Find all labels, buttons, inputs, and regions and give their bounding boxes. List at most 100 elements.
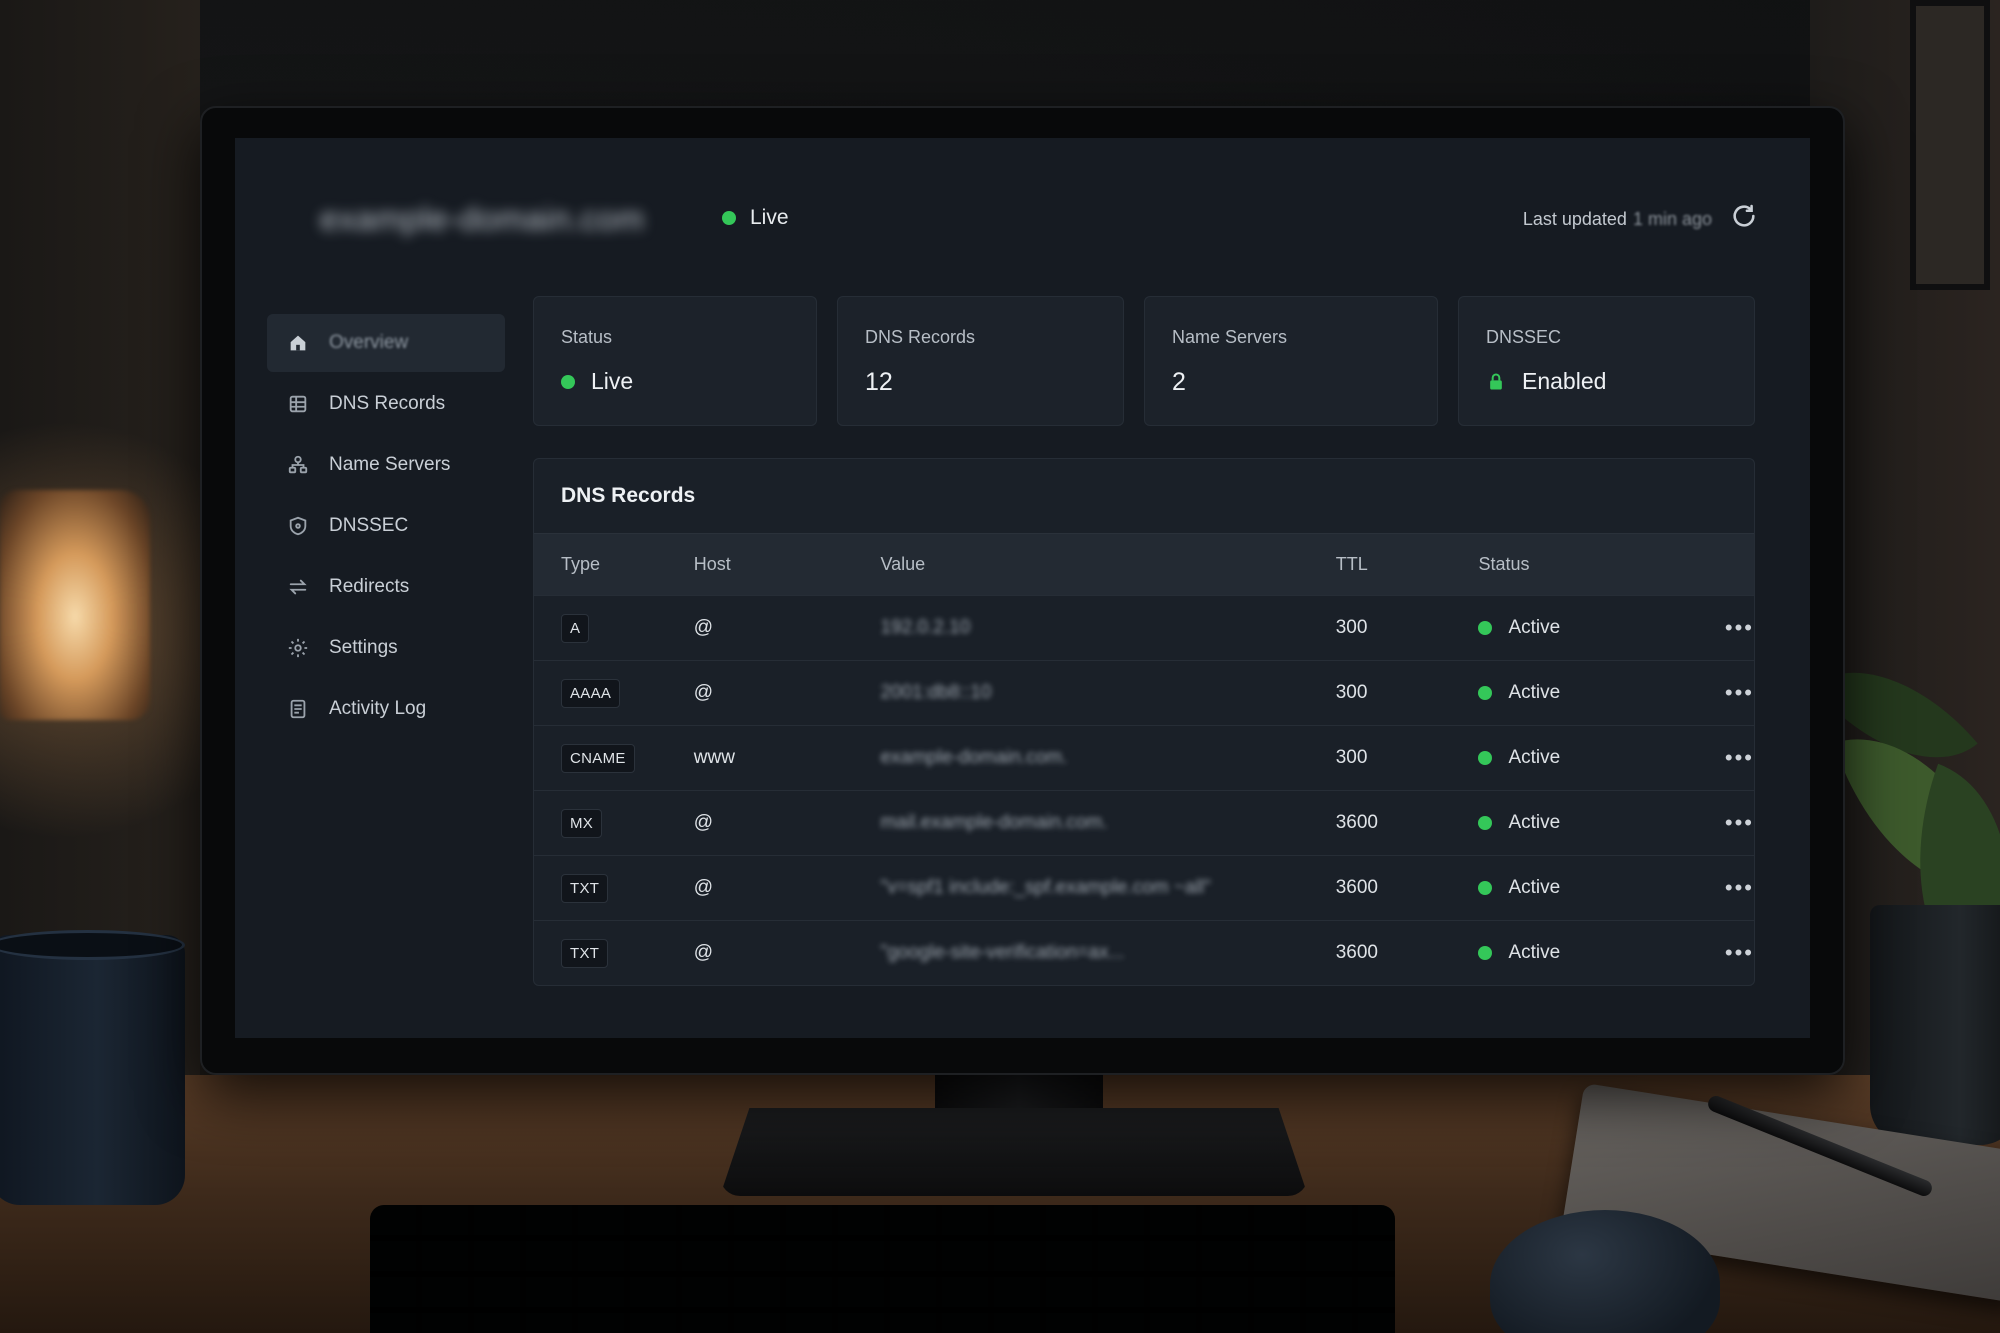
record-status: Active: [1478, 812, 1674, 834]
sidebar-item-label: Settings: [329, 637, 398, 658]
record-type-chip: AAAA: [561, 678, 621, 708]
status-dot-icon: [1478, 881, 1493, 895]
keyboard: [370, 1205, 1395, 1333]
sidebar-item-label: DNS Records: [329, 393, 446, 414]
sidebar-item-label: Activity Log: [329, 698, 427, 719]
record-ttl: 3600: [1335, 942, 1378, 963]
record-value: 2001:db8::10: [880, 682, 992, 703]
background-lamp: [0, 490, 150, 720]
more-actions-icon[interactable]: •••: [1725, 682, 1754, 704]
record-value: mail.example-domain.com.: [880, 812, 1108, 833]
column-header-type: Type: [561, 554, 601, 574]
home-icon: [290, 335, 306, 351]
record-type-chip: MX: [561, 808, 603, 838]
record-status-label: Active: [1508, 617, 1561, 638]
stat-label: DNS Records: [865, 327, 976, 347]
sidebar-item-label: DNSSEC: [329, 515, 409, 536]
record-value: "google-site-verification=ax...: [880, 942, 1125, 963]
stat-card-name-servers: Name Servers 2: [1144, 296, 1438, 426]
table-row[interactable]: MX @ mail.example-domain.com. 3600 Activ…: [534, 790, 1754, 855]
gear-icon: [288, 638, 308, 658]
status-dot-icon: [1478, 621, 1493, 635]
table-row[interactable]: CNAME www example-domain.com. 300 Active…: [534, 725, 1754, 790]
record-value: "v=spf1 include:_spf.example.com ~all": [880, 877, 1211, 898]
refresh-button[interactable]: [1730, 202, 1758, 230]
redirect-arrows-icon: [289, 579, 307, 595]
record-status-label: Active: [1508, 812, 1561, 833]
record-value: 192.0.2.10: [880, 617, 971, 638]
status-dot-icon: [1478, 686, 1493, 700]
more-actions-icon[interactable]: •••: [1725, 747, 1754, 769]
sidebar-item-label: Overview: [329, 332, 409, 353]
background-picture-frame: [1910, 0, 1990, 290]
sidebar-item-redirects[interactable]: Redirects: [267, 558, 505, 616]
stat-value-text: Live: [591, 368, 634, 394]
stat-card-dnssec: DNSSEC Enabled: [1458, 296, 1755, 426]
more-actions-icon[interactable]: •••: [1725, 617, 1754, 639]
status-dot-icon: [1478, 751, 1493, 765]
table-row[interactable]: A @ 192.0.2.10 300 Active •••: [534, 595, 1754, 660]
table-row[interactable]: AAAA @ 2001:db8::10 300 Active •••: [534, 660, 1754, 725]
sidebar-item-label: Redirects: [329, 576, 410, 597]
record-ttl: 300: [1335, 617, 1368, 638]
stat-label: Status: [561, 327, 613, 347]
lock-icon: [1490, 373, 1502, 389]
record-host: www: [693, 747, 735, 768]
shield-icon: [289, 516, 307, 536]
plant-pot: [1870, 905, 2000, 1145]
record-ttl: 300: [1335, 747, 1368, 768]
name-servers-icon: [288, 455, 308, 474]
more-actions-icon[interactable]: •••: [1725, 877, 1754, 899]
stat-value: Live: [561, 368, 789, 395]
record-ttl: 300: [1335, 682, 1368, 703]
stat-card-dns-records: DNS Records 12: [837, 296, 1124, 426]
table-row[interactable]: TXT @ "google-site-verification=ax... 36…: [534, 920, 1754, 985]
sidebar-item-name-servers[interactable]: Name Servers: [267, 436, 505, 494]
domain-title: example-domain.com: [320, 200, 645, 237]
record-status-label: Active: [1508, 877, 1561, 898]
table-row[interactable]: TXT @ "v=spf1 include:_spf.example.com ~…: [534, 855, 1754, 920]
more-actions-icon[interactable]: •••: [1725, 942, 1754, 964]
status-dot-icon: [722, 211, 736, 225]
last-updated-value: 1 min ago: [1632, 209, 1712, 229]
column-header-status: Status: [1478, 554, 1530, 574]
sidebar-item-dnssec[interactable]: DNSSEC: [267, 497, 505, 555]
sidebar-item-dns-records[interactable]: DNS Records: [267, 375, 505, 433]
sidebar-item-activity-log[interactable]: Activity Log: [267, 680, 505, 738]
record-host: @: [693, 942, 714, 963]
dns-dashboard-screen: example-domain.com Live Last updated 1 mi…: [235, 138, 1810, 1038]
column-header-value: Value: [880, 554, 926, 574]
record-status-label: Active: [1508, 942, 1561, 963]
record-status: Active: [1478, 877, 1674, 899]
coffee-mug: [0, 935, 185, 1205]
record-host: @: [693, 877, 714, 898]
stat-value-text: Enabled: [1522, 368, 1607, 394]
record-ttl: 3600: [1335, 812, 1378, 833]
record-host: @: [693, 617, 714, 638]
monitor-stand-base: [720, 1108, 1308, 1196]
stat-value: Enabled: [1486, 368, 1727, 395]
status-dot-icon: [561, 374, 575, 389]
record-type-chip: TXT: [561, 938, 609, 968]
last-updated-label: Last updated: [1522, 209, 1627, 229]
sidebar-item-label: Name Servers: [329, 454, 451, 475]
stat-card-status: Status Live: [533, 296, 817, 426]
record-status: Active: [1478, 682, 1674, 704]
sidebar-nav: Overview DNS Records Name Servers DNSSEC…: [267, 314, 505, 741]
dns-records-panel: DNS Records Type Host Value TTL Status A…: [533, 458, 1755, 986]
record-type-chip: CNAME: [561, 743, 635, 773]
stat-value-text: 12: [865, 368, 893, 396]
sidebar-item-settings[interactable]: Settings: [267, 619, 505, 677]
record-type-chip: A: [561, 613, 590, 643]
status-dot-icon: [1478, 816, 1493, 830]
column-header-ttl: TTL: [1335, 554, 1368, 574]
stat-label: Name Servers: [1172, 327, 1288, 347]
sidebar-item-overview[interactable]: Overview: [267, 314, 505, 372]
dns-records-icon: [289, 395, 307, 413]
record-host: @: [693, 682, 714, 703]
more-actions-icon[interactable]: •••: [1725, 812, 1754, 834]
record-status: Active: [1478, 942, 1674, 964]
record-status: Active: [1478, 747, 1674, 769]
stat-label: DNSSEC: [1486, 327, 1562, 347]
record-status: Active: [1478, 617, 1674, 639]
